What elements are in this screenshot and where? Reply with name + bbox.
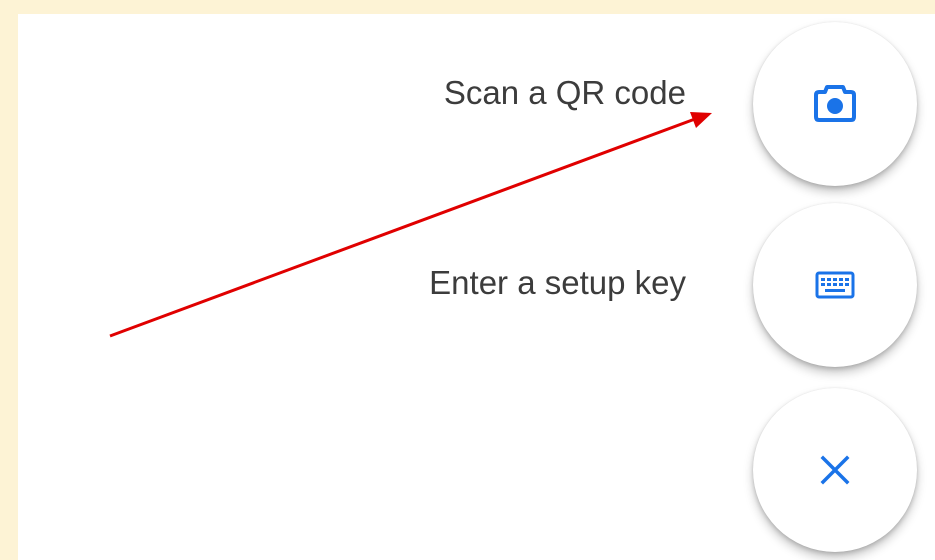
scan-qr-button[interactable] — [753, 22, 917, 186]
scan-qr-label[interactable]: Scan a QR code — [444, 74, 686, 112]
camera-icon — [813, 84, 857, 124]
close-icon — [818, 453, 852, 487]
setup-key-button[interactable] — [753, 203, 917, 367]
add-account-panel: Scan a QR code Enter a setup key — [18, 14, 935, 560]
setup-key-label[interactable]: Enter a setup key — [429, 264, 686, 302]
close-button[interactable] — [753, 388, 917, 552]
keyboard-icon — [815, 271, 855, 299]
